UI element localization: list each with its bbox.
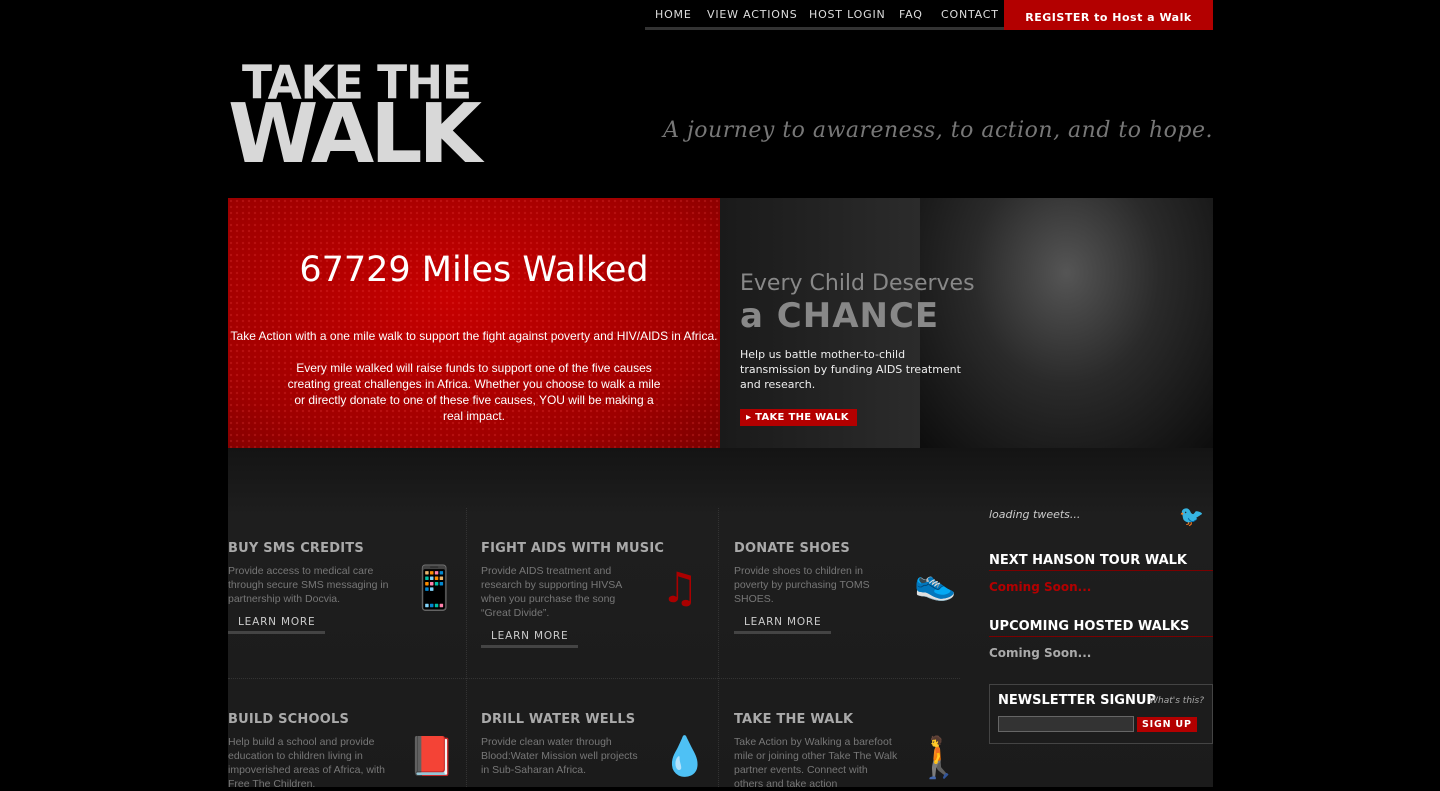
cause-drill-water-wells: DRILL WATER WELLS Provide clean water th… bbox=[481, 712, 709, 778]
newsletter-box: NEWSLETTER SIGNUP What's this? SIGN UP bbox=[989, 684, 1213, 744]
cause-sms-credits: BUY SMS CREDITS Provide access to medica… bbox=[228, 541, 460, 634]
upcoming-walks-value: Coming Soon... bbox=[989, 646, 1092, 660]
music-note-icon: ♫ bbox=[661, 563, 699, 612]
register-button[interactable]: REGISTER to Host a Walk bbox=[1004, 0, 1213, 30]
nav-host-login[interactable]: HOST LOGIN bbox=[809, 8, 886, 21]
tweets-status: loading tweets... bbox=[989, 508, 1081, 521]
cause-description: Provide shoes to children in poverty by … bbox=[734, 565, 870, 605]
cause-description: Help build a school and provide educatio… bbox=[228, 736, 385, 790]
causes-section: BUY SMS CREDITS Provide access to medica… bbox=[228, 448, 1213, 790]
top-nav: HOME VIEW ACTIONS HOST LOGIN FAQ CONTACT… bbox=[645, 0, 1213, 30]
nav-home[interactable]: HOME bbox=[655, 8, 692, 21]
cause-donate-shoes: DONATE SHOES Provide shoes to children i… bbox=[734, 541, 959, 634]
row-divider bbox=[228, 678, 960, 679]
site-logo[interactable]: TAKE THE WALK bbox=[228, 57, 482, 182]
cause-build-schools: BUILD SCHOOLS Help build a school and pr… bbox=[228, 712, 456, 791]
cause-description: Take Action by Walking a barefoot mile o… bbox=[734, 736, 898, 790]
next-hanson-walk-heading: NEXT HANSON TOUR WALK bbox=[989, 553, 1213, 571]
guitarist-photo bbox=[920, 198, 1213, 448]
water-drop-icon: 💧 bbox=[661, 734, 709, 778]
promo-description: Help us battle mother-to-child transmiss… bbox=[740, 348, 961, 391]
logo-line2: WALK bbox=[228, 87, 482, 182]
cause-fight-aids-music: FIGHT AIDS WITH MUSIC Provide AIDS treat… bbox=[481, 541, 706, 648]
twitter-bird-icon[interactable]: 🐦 bbox=[1179, 504, 1204, 528]
learn-more-link[interactable]: LEARN MORE bbox=[481, 630, 579, 648]
nav-bar: HOME VIEW ACTIONS HOST LOGIN FAQ CONTACT bbox=[645, 0, 1005, 30]
cause-description: Provide clean water through Blood:Water … bbox=[481, 736, 638, 776]
cause-description: Provide access to medical care through s… bbox=[228, 565, 389, 605]
sign-up-button[interactable]: SIGN UP bbox=[1137, 717, 1197, 732]
column-divider bbox=[718, 508, 719, 787]
take-the-walk-label: TAKE THE WALK bbox=[755, 412, 849, 423]
miles-walked-counter: 67729 Miles Walked bbox=[299, 250, 649, 290]
page: HOME VIEW ACTIONS HOST LOGIN FAQ CONTACT… bbox=[228, 0, 1213, 790]
cause-title: TAKE THE WALK bbox=[734, 712, 854, 727]
book-icon: 📕 bbox=[408, 734, 456, 778]
play-arrow-icon: ▸ bbox=[746, 412, 756, 423]
cause-title: BUY SMS CREDITS bbox=[228, 541, 364, 556]
walker-icon: 🚶 bbox=[914, 735, 964, 781]
hero-body-text: Every mile walked will raise funds to su… bbox=[287, 361, 661, 423]
promo-slide: Every Child Deserves a CHANCE Help us ba… bbox=[720, 198, 1213, 448]
column-divider bbox=[466, 508, 467, 787]
nav-faq[interactable]: FAQ bbox=[899, 8, 923, 21]
nav-view-actions[interactable]: VIEW ACTIONS bbox=[707, 8, 798, 21]
learn-more-link[interactable]: LEARN MORE bbox=[228, 616, 326, 634]
promo-heading-line1: Every Child Deserves bbox=[740, 271, 975, 296]
newsletter-title: NEWSLETTER SIGNUP bbox=[998, 693, 1156, 708]
cause-title: FIGHT AIDS WITH MUSIC bbox=[481, 541, 665, 556]
hero-intro-text: Take Action with a one mile walk to supp… bbox=[230, 329, 718, 343]
miles-walked-panel: 67729 Miles Walked Take Action with a on… bbox=[228, 198, 720, 448]
cause-title: DRILL WATER WELLS bbox=[481, 712, 636, 727]
cause-take-the-walk: TAKE THE WALK Take Action by Walking a b… bbox=[734, 712, 964, 791]
next-hanson-walk-value: Coming Soon... bbox=[989, 580, 1092, 594]
take-the-walk-button[interactable]: ▸ TAKE THE WALK bbox=[740, 409, 857, 426]
phone-icon: 📱 bbox=[408, 563, 461, 612]
upcoming-walks-heading: UPCOMING HOSTED WALKS bbox=[989, 619, 1213, 637]
newsletter-email-input[interactable] bbox=[998, 716, 1134, 732]
shoe-icon: 👟 bbox=[914, 563, 957, 603]
learn-more-link[interactable]: LEARN MORE bbox=[734, 616, 832, 634]
cause-description: Provide AIDS treatment and research by s… bbox=[481, 565, 622, 619]
nav-contact[interactable]: CONTACT bbox=[941, 8, 999, 21]
promo-heading-line2: a CHANCE bbox=[740, 296, 940, 336]
cause-title: DONATE SHOES bbox=[734, 541, 850, 556]
whats-this-link[interactable]: What's this? bbox=[1149, 696, 1204, 706]
tagline: A journey to awareness, to action, and t… bbox=[663, 118, 1213, 143]
cause-title: BUILD SCHOOLS bbox=[228, 712, 350, 727]
